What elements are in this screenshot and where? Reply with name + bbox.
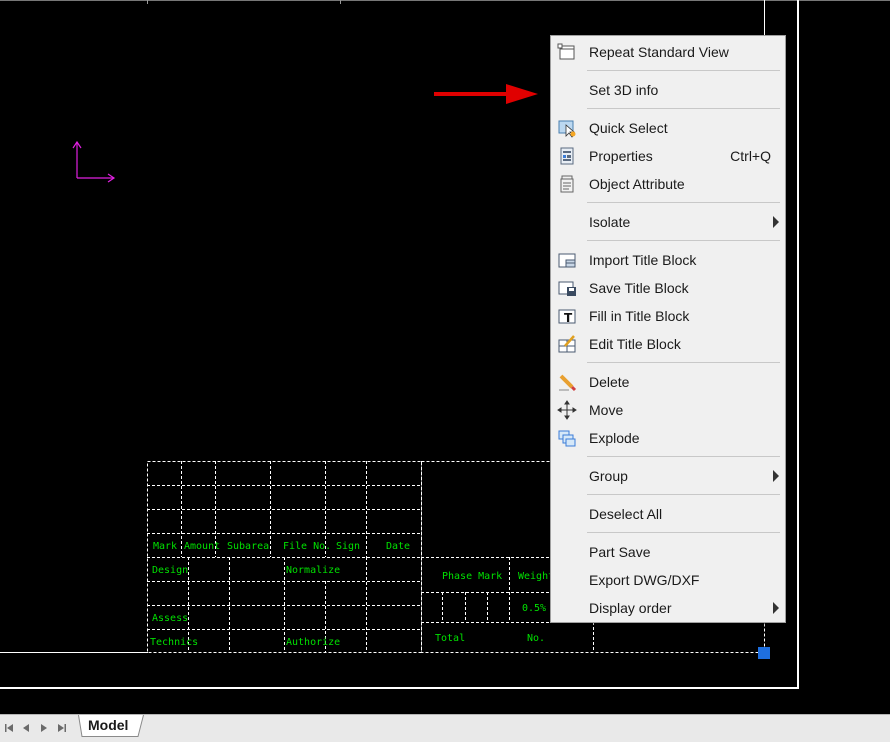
menu-item-display-order[interactable]: Display order xyxy=(551,595,785,621)
tb-no-label: No. xyxy=(527,633,545,644)
menu-separator xyxy=(587,240,780,241)
menu-item-repeat-standard-view[interactable]: Repeat Standard View xyxy=(551,39,785,65)
menu-item-import-title-block[interactable]: Import Title Block xyxy=(551,247,785,273)
tb-file-no-label: File No. xyxy=(283,541,331,552)
quick-select-icon xyxy=(558,120,576,138)
tb-date-label: Date xyxy=(386,541,410,552)
save-title-block-icon xyxy=(558,281,576,296)
menu-item-label: Delete xyxy=(589,374,630,390)
tb-assess-label: Assess xyxy=(152,613,188,624)
menu-item-label: Part Save xyxy=(589,544,651,560)
tb-design-label: Design xyxy=(152,565,188,576)
menu-item-properties[interactable]: Properties Ctrl+Q xyxy=(551,143,785,169)
menu-item-label: Set 3D info xyxy=(589,82,659,98)
menu-item-move[interactable]: Move xyxy=(551,397,785,423)
tb-subarea-label: Subarea xyxy=(227,541,269,552)
standard-view-icon xyxy=(557,43,575,60)
edit-title-block-icon xyxy=(558,335,576,353)
menu-item-label: Quick Select xyxy=(589,120,668,136)
menu-item-quick-select[interactable]: Quick Select xyxy=(551,115,785,141)
menu-item-label: Save Title Block xyxy=(589,280,689,296)
menu-item-edit-title-block[interactable]: Edit Title Block xyxy=(551,331,785,357)
tb-scale-value: 0.5% xyxy=(522,603,546,614)
tab-model[interactable]: Model xyxy=(78,715,144,737)
delete-icon xyxy=(559,374,577,392)
menu-item-shortcut: Ctrl+Q xyxy=(730,148,771,164)
submenu-arrow-icon xyxy=(773,470,779,482)
menu-item-label: Display order xyxy=(589,600,672,616)
tab-model-label: Model xyxy=(88,717,129,733)
tb-phase-mark-label: Phase Mark xyxy=(442,571,502,582)
menu-item-save-title-block[interactable]: Save Title Block xyxy=(551,275,785,301)
menu-item-label: Explode xyxy=(589,430,640,446)
menu-separator xyxy=(587,70,780,71)
menu-item-label: Properties xyxy=(589,148,653,164)
tb-amount-label: Amount xyxy=(184,541,220,552)
menu-item-label: Fill in Title Block xyxy=(589,308,690,324)
next-tab-button[interactable] xyxy=(37,720,51,736)
menu-item-label: Isolate xyxy=(589,214,631,230)
menu-item-set-3d-info[interactable]: Set 3D info xyxy=(551,77,785,103)
menu-item-explode[interactable]: Explode xyxy=(551,425,785,451)
selection-grip[interactable] xyxy=(758,647,770,659)
menu-item-fill-in-title-block[interactable]: T Fill in Title Block xyxy=(551,303,785,329)
menu-item-label: Deselect All xyxy=(589,506,663,522)
menu-item-label: Object Attribute xyxy=(589,176,685,192)
menu-item-label: Export DWG/DXF xyxy=(589,572,700,588)
menu-separator xyxy=(587,202,780,203)
svg-text:T: T xyxy=(564,311,573,325)
menu-item-label: Move xyxy=(589,402,624,418)
layout-tab-bar: Model xyxy=(0,714,890,742)
menu-item-deselect-all[interactable]: Deselect All xyxy=(551,501,785,527)
first-tab-button[interactable] xyxy=(2,720,16,736)
last-tab-icon xyxy=(58,724,66,732)
explode-icon xyxy=(558,430,576,447)
previous-tab-icon xyxy=(23,724,29,732)
tb-weight-label: Weight xyxy=(518,571,554,582)
menu-item-label: Import Title Block xyxy=(589,252,697,268)
properties-icon xyxy=(560,147,574,165)
import-title-block-icon xyxy=(558,253,576,268)
menu-item-object-attribute[interactable]: Object Attribute xyxy=(551,171,785,197)
menu-item-label: Group xyxy=(589,468,628,484)
submenu-arrow-icon xyxy=(773,602,779,614)
previous-tab-button[interactable] xyxy=(19,720,33,736)
tb-normalize-label: Normalize xyxy=(286,565,340,576)
object-attribute-icon xyxy=(560,175,574,193)
menu-item-export-dwg-dxf[interactable]: Export DWG/DXF xyxy=(551,567,785,593)
fill-title-block-icon: T xyxy=(558,309,576,325)
menu-item-delete[interactable]: Delete xyxy=(551,369,785,395)
tb-sign-label: Sign xyxy=(336,541,360,552)
move-icon xyxy=(557,400,577,420)
last-tab-button[interactable] xyxy=(55,720,69,736)
menu-separator xyxy=(587,362,780,363)
tb-authorize-label: Authorize xyxy=(286,637,340,648)
first-tab-icon xyxy=(5,724,13,732)
submenu-arrow-icon xyxy=(773,216,779,228)
menu-item-group[interactable]: Group xyxy=(551,463,785,489)
tb-total-label: Total xyxy=(435,633,465,644)
menu-item-isolate[interactable]: Isolate xyxy=(551,209,785,235)
menu-separator xyxy=(587,532,780,533)
tb-mark-label: Mark xyxy=(153,541,177,552)
menu-item-label: Edit Title Block xyxy=(589,336,681,352)
tb-technics-label: Technics xyxy=(150,637,198,648)
menu-item-label: Repeat Standard View xyxy=(589,44,729,60)
menu-separator xyxy=(587,456,780,457)
menu-separator xyxy=(587,494,780,495)
annotation-arrow xyxy=(434,84,538,104)
menu-item-part-save[interactable]: Part Save xyxy=(551,539,785,565)
menu-separator xyxy=(587,108,780,109)
next-tab-icon xyxy=(41,724,47,732)
context-menu: Repeat Standard View Set 3D info Quick S… xyxy=(550,35,786,623)
